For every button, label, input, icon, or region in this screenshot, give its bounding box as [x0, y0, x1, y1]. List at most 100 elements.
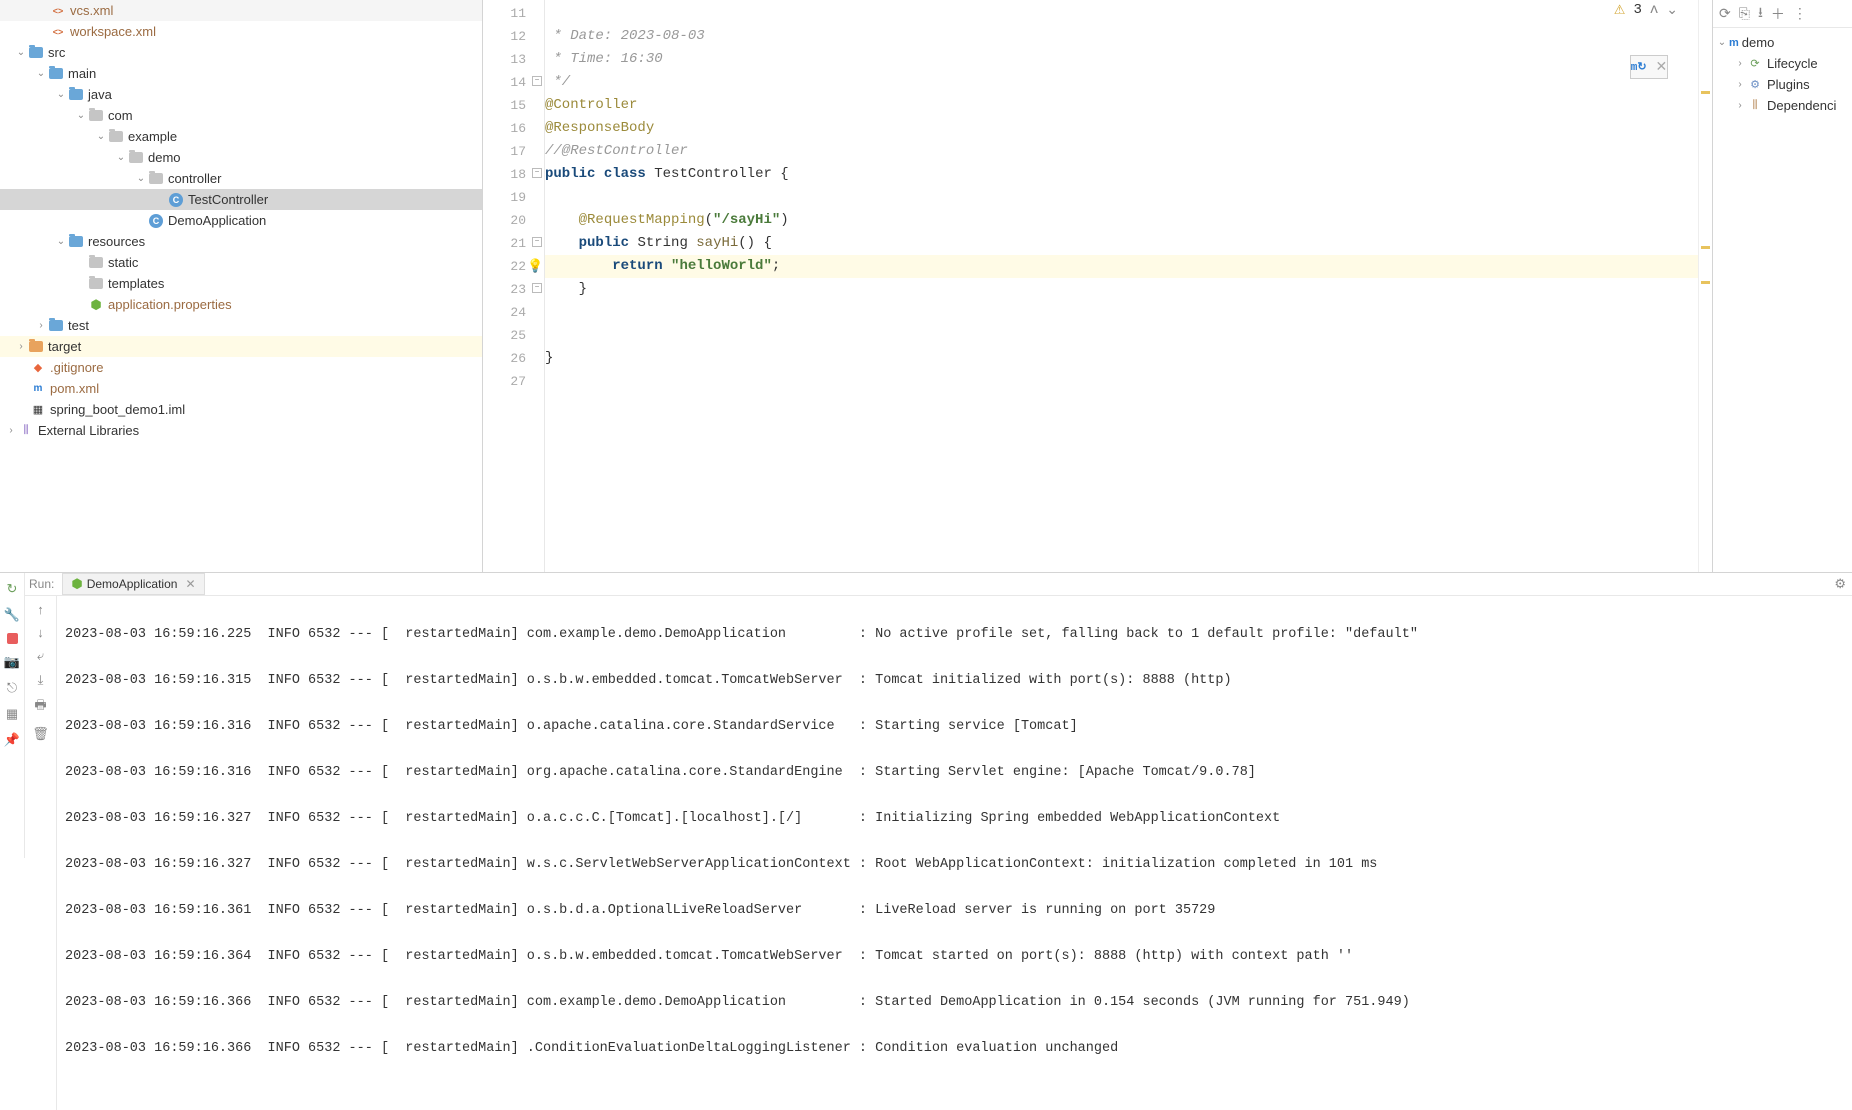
add-icon[interactable]: ＋	[1771, 4, 1785, 24]
tree-file-demoapp[interactable]: CDemoApplication	[0, 210, 482, 231]
folder-icon	[49, 320, 63, 331]
warning-icon[interactable]: ⚠	[1614, 3, 1626, 18]
code-area[interactable]: ⚠3 ʌ ⌄ m↻✕ * Date: 2023-08-03 * Time: 16…	[545, 0, 1698, 572]
tree-label: src	[48, 45, 65, 60]
intention-bulb-icon[interactable]: 💡	[527, 255, 543, 278]
wrench-icon[interactable]: 🔧	[4, 607, 20, 623]
chevron-right-icon[interactable]: ›	[4, 425, 18, 436]
log-line: 2023-08-03 16:59:16.366 INFO 6532 --- [ …	[65, 991, 1844, 1014]
download-icon[interactable]: ⭳	[1758, 2, 1763, 26]
tree-folder-src[interactable]: ⌄ src	[0, 42, 482, 63]
up-icon[interactable]: ↑	[37, 602, 44, 617]
chevron-down-icon[interactable]: ⌄	[14, 47, 28, 58]
code-line: * Time: 16:30	[545, 48, 1698, 71]
chevron-down-icon[interactable]: ⌄	[54, 89, 68, 100]
maven-plugins[interactable]: ›⚙Plugins	[1715, 74, 1850, 95]
editor-inspections: ⚠3 ʌ ⌄	[1614, 0, 1678, 20]
tree-folder-test[interactable]: › test	[0, 315, 482, 336]
log-line: 2023-08-03 16:59:16.364 INFO 6532 --- [ …	[65, 945, 1844, 968]
line-number: 12	[483, 25, 544, 48]
file-icon: ▦	[30, 402, 46, 418]
run-tab-demoapp[interactable]: ⬢ DemoApplication ✕	[62, 573, 204, 595]
trash-icon[interactable]: 🗑	[32, 726, 49, 742]
editor-marker-bar[interactable]	[1698, 0, 1712, 572]
tree-file-vcs[interactable]: <>vcs.xml	[0, 0, 482, 21]
tree-file-gitignore[interactable]: ◆.gitignore	[0, 357, 482, 378]
fold-icon[interactable]: −	[532, 168, 542, 178]
fold-icon[interactable]: −	[532, 283, 542, 293]
chevron-down-icon[interactable]: ⌄	[114, 152, 128, 163]
chevron-down-icon[interactable]: ⌄	[74, 110, 88, 121]
camera-icon[interactable]: 📷	[4, 654, 20, 670]
line-number: 16	[483, 117, 544, 140]
maven-project-root[interactable]: ⌄mdemo	[1715, 32, 1850, 53]
soft-wrap-icon[interactable]: ⤶	[37, 648, 44, 664]
chevron-right-icon[interactable]: ›	[1733, 100, 1747, 111]
tree-file-testcontroller[interactable]: CTestController	[0, 189, 482, 210]
chevron-down-icon[interactable]: ⌄	[34, 68, 48, 79]
tree-label: .gitignore	[50, 360, 103, 375]
maven-deps[interactable]: ›⫼Dependenci	[1715, 95, 1850, 116]
tree-file-appprops[interactable]: ⬢application.properties	[0, 294, 482, 315]
chevron-right-icon[interactable]: ›	[1733, 79, 1747, 90]
chevron-down-icon[interactable]: ⌄	[1715, 37, 1729, 48]
chevron-right-icon[interactable]: ›	[14, 341, 28, 352]
code-line: public class TestController {	[545, 163, 1698, 186]
close-icon[interactable]: ✕	[1656, 59, 1668, 76]
tree-folder-templates[interactable]: templates	[0, 273, 482, 294]
tree-folder-com[interactable]: ⌄com	[0, 105, 482, 126]
rerun-icon[interactable]: ↻	[7, 581, 18, 597]
generate-icon[interactable]: ⎘	[1739, 5, 1750, 22]
folder-icon	[129, 152, 143, 163]
deps-icon: ⫼	[1747, 98, 1763, 114]
more-icon[interactable]: ⋮	[1793, 5, 1807, 22]
down-icon[interactable]: ↓	[37, 625, 44, 640]
scroll-end-icon[interactable]: ⤓	[38, 672, 44, 688]
tree-file-workspace[interactable]: <>workspace.xml	[0, 21, 482, 42]
folder-icon	[109, 131, 123, 142]
code-editor[interactable]: 11 12 13 14− 15 16 17 18− 19 20 21− 22 2…	[483, 0, 1712, 572]
code-line: */	[545, 71, 1698, 94]
close-icon[interactable]: ✕	[185, 577, 195, 591]
line-number: 26	[483, 347, 544, 370]
exit-icon[interactable]: ⎋	[7, 680, 17, 696]
tree-folder-static[interactable]: static	[0, 252, 482, 273]
chevron-down-icon[interactable]: ⌄	[54, 236, 68, 247]
warning-marker[interactable]	[1701, 281, 1710, 284]
tree-folder-example[interactable]: ⌄example	[0, 126, 482, 147]
chevron-right-icon[interactable]: ›	[1733, 58, 1747, 69]
chevron-right-icon[interactable]: ›	[34, 320, 48, 331]
tree-label: DemoApplication	[168, 213, 266, 228]
maven-reload-popup[interactable]: m↻✕	[1630, 55, 1668, 79]
next-highlight-icon[interactable]: ⌄	[1666, 2, 1678, 19]
fold-icon[interactable]: −	[532, 76, 542, 86]
fold-icon[interactable]: −	[532, 237, 542, 247]
refresh-icon[interactable]: ⟳	[1719, 5, 1731, 22]
console-output[interactable]: 2023-08-03 16:59:16.225 INFO 6532 --- [ …	[57, 596, 1852, 1110]
stop-icon[interactable]	[7, 633, 18, 644]
tree-folder-target[interactable]: ›target	[0, 336, 482, 357]
maven-lifecycle[interactable]: ›⟳Lifecycle	[1715, 53, 1850, 74]
tree-label: test	[68, 318, 89, 333]
tree-folder-main[interactable]: ⌄ main	[0, 63, 482, 84]
tree-file-iml[interactable]: ▦spring_boot_demo1.iml	[0, 399, 482, 420]
layout-icon[interactable]: ▦	[6, 706, 18, 722]
chevron-down-icon[interactable]: ⌄	[134, 173, 148, 184]
tree-folder-demo[interactable]: ⌄demo	[0, 147, 482, 168]
warning-marker[interactable]	[1701, 91, 1710, 94]
tree-folder-controller[interactable]: ⌄controller	[0, 168, 482, 189]
warning-marker[interactable]	[1701, 246, 1710, 249]
tree-label: TestController	[188, 192, 268, 207]
library-icon: ⫼	[18, 423, 34, 439]
tree-file-pom[interactable]: mpom.xml	[0, 378, 482, 399]
prev-highlight-icon[interactable]: ʌ	[1650, 2, 1658, 18]
code-line: }	[545, 347, 1698, 370]
pin-icon[interactable]: 📌	[4, 732, 20, 748]
chevron-down-icon[interactable]: ⌄	[94, 131, 108, 142]
print-icon[interactable]: 🖶	[34, 696, 46, 718]
tree-folder-resources[interactable]: ⌄resources	[0, 231, 482, 252]
tree-folder-java[interactable]: ⌄java	[0, 84, 482, 105]
tree-label: main	[68, 66, 96, 81]
settings-icon[interactable]: ⚙	[1834, 576, 1846, 592]
tree-external-libs[interactable]: ›⫼External Libraries	[0, 420, 482, 441]
